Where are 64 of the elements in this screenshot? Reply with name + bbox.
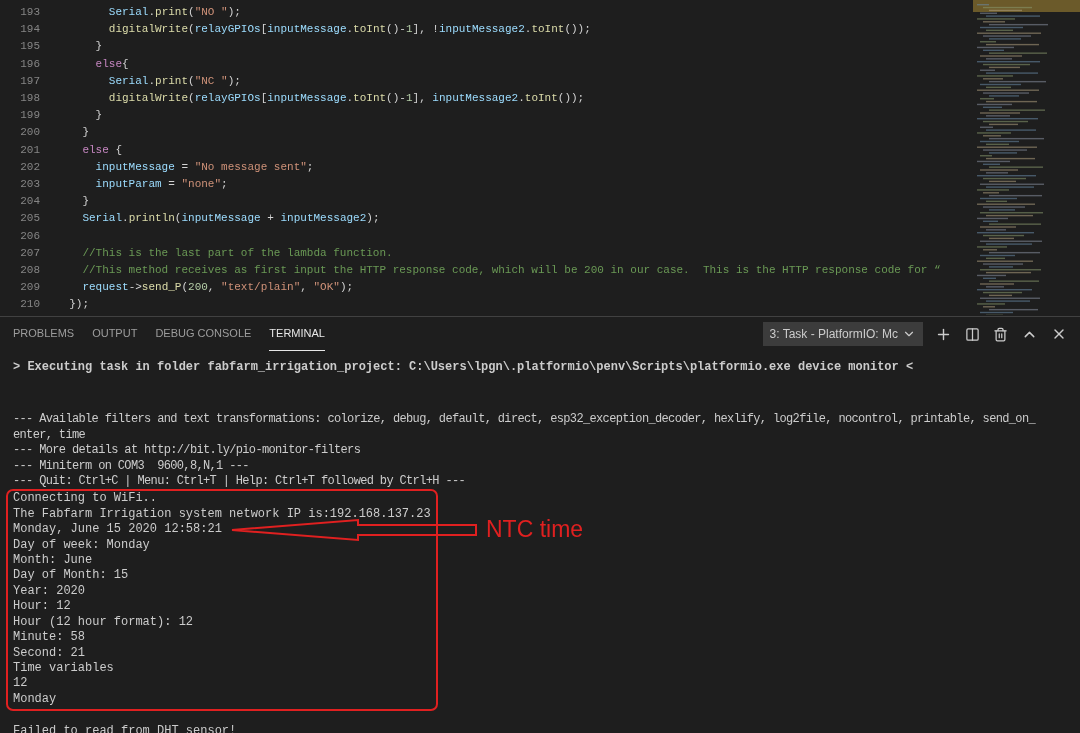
code-line: else{ (94, 56, 129, 72)
line-number: 201 (19, 142, 40, 158)
terminal-line: Second: 21 (13, 645, 85, 661)
terminal-line: --- More details at http://bit.ly/pio-monitor-filters (13, 443, 361, 459)
line-number: 200 (19, 125, 40, 141)
code-line: //This is the last part of the lambda function. (81, 245, 393, 261)
terminal-line: enter, time (13, 427, 86, 444)
minimap[interactable] (973, 0, 1080, 315)
split-icon[interactable] (965, 326, 980, 342)
code-line: Serial.println(inputMessage + inputMessage2); (81, 211, 380, 227)
terminal-select[interactable]: 3: Task - PlatformIO: Mc (762, 322, 923, 346)
terminal-line: Day of week: Monday (13, 537, 150, 554)
line-number: 203 (19, 177, 40, 193)
terminal-line: Connecting to WiFi.. (13, 491, 158, 507)
terminal-line: Monday (13, 691, 57, 708)
code-line: Serial.print("NC "); (107, 73, 241, 89)
terminal-line: --- Quit: Ctrl+C | Menu: Ctrl+T | Help: Ctrl+T followed by Ctrl+H --- (13, 474, 466, 490)
code-line: request->send_P(200, "text/plain", "OK"); (81, 280, 354, 296)
code-line: digitalWrite(relayGPIOs[inputMessage.toInt()-1], inputMessage2.toInt()); (107, 91, 585, 106)
terminal-line: Monday, June 15 2020 12:58:21 (13, 522, 222, 538)
terminal-line: --- Miniterm on COM3 9600,8,N,1 --- (13, 458, 249, 475)
terminal-line: Day of Month: 15 (13, 568, 129, 584)
code-line: //This method receives as first input the HTTP response code, which will be 200 in our case. This is the HTTP response code for “ (81, 263, 941, 279)
line-number: 196 (19, 56, 40, 72)
code-line: }); (68, 297, 89, 313)
line-number: 202 (19, 159, 40, 175)
panel-tab[interactable]: OUTPUT (92, 317, 138, 351)
terminal-line: Month: June (13, 553, 93, 569)
terminal-line: Hour: 12 (13, 599, 71, 615)
line-number: 210 (19, 297, 40, 313)
terminal-line: 12 (13, 676, 28, 692)
line-number: 204 (19, 194, 40, 210)
line-number: 206 (19, 228, 40, 244)
line-number: 208 (19, 263, 40, 279)
terminal-line: Hour (12 hour format): 12 (13, 614, 194, 631)
trash-icon[interactable] (993, 326, 1008, 342)
code-line: inputParam = "none"; (94, 177, 228, 193)
line-number: 198 (19, 91, 40, 106)
terminal-line: --- Available filters and text transformations: colorize, debug, default, direct, esp32_exception_decoder, hexlify, log2file, nocontrol, printable, send_on_ (13, 412, 1035, 428)
line-number: 193 (19, 5, 40, 20)
terminal-line: Time variables (13, 660, 114, 677)
line-number: 194 (19, 22, 40, 38)
panel-tab[interactable]: DEBUG CONSOLE (155, 317, 252, 351)
code-line: } (81, 194, 89, 210)
panel-tab[interactable]: TERMINAL (269, 317, 325, 351)
code-line: } (94, 39, 103, 55)
line-number: 207 (19, 245, 40, 261)
code-line: Serial.print("NO "); (107, 5, 241, 20)
line-number: 199 (19, 108, 40, 124)
line-number: 209 (19, 280, 40, 296)
code-line: } (94, 108, 103, 124)
code-line: else { (81, 142, 122, 158)
line-number: 205 (19, 211, 40, 227)
code-line: } (81, 125, 89, 141)
annotation-label: NTC time (486, 515, 584, 544)
panel-tab[interactable]: PROBLEMS (13, 317, 75, 351)
terminal-line: Minute: 58 (13, 630, 85, 646)
code-line: digitalWrite(relayGPIOs[inputMessage.toInt()-1], !inputMessage2.toInt()); (107, 22, 591, 38)
code-line: inputMessage = "No message sent"; (94, 159, 314, 175)
terminal-command: > Executing task in folder fabfarm_irrigation_project: C:\Users\lpgn\.platformio\penv\Scripts\platformio.exe device monitor < (13, 360, 915, 376)
terminal-line: Year: 2020 (13, 583, 85, 600)
line-number: 197 (19, 73, 40, 89)
terminal-line: The Fabfarm Irrigation system network IP is:192.168.137.23 (13, 506, 431, 523)
line-number: 195 (19, 39, 40, 55)
